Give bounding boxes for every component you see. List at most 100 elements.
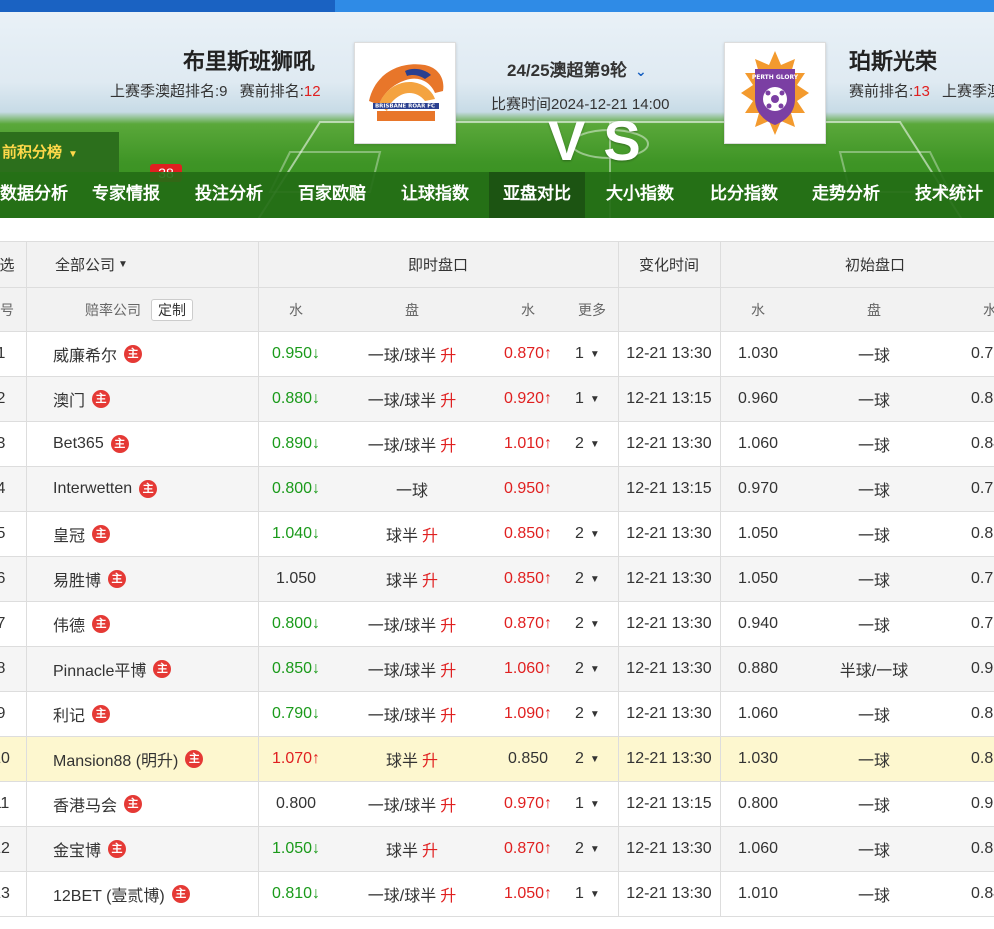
header-handicap: 盘 (405, 301, 419, 318)
away-pre-match-rank: 13 (913, 83, 930, 100)
company-label: 金宝博 (53, 843, 102, 860)
caret-down-icon: ▼ (589, 708, 600, 720)
more-dropdown[interactable]: 2 ▼ (575, 827, 600, 871)
match-round-title[interactable]: 24/25澳超第9轮 ⌄ (507, 56, 647, 81)
home-last-season-label: 上赛季澳超排名: (110, 83, 220, 100)
more-dropdown[interactable]: 2 ▼ (575, 557, 600, 601)
tab-data-analysis[interactable]: 数据分析 (0, 172, 74, 218)
tab-asian-handicap[interactable]: 亚盘对比 (489, 172, 585, 218)
init-water-1: 0.960 (737, 390, 779, 407)
init-handicap: 半球/一球 (839, 663, 909, 680)
tab-handicap-index[interactable]: 让球指数 (401, 172, 469, 218)
table-row[interactable]: 4 Interwetten 主 0.800↓ 一球 0.950↑ 12-21 13:15 0.… (0, 467, 994, 512)
caret-down-icon: ▼ (589, 438, 600, 450)
live-water-2: 1.050↑ (503, 885, 553, 902)
table-row[interactable]: 12金宝博主1.050↓球半升0.870↑2▼12-21 13:301.060一… (0, 827, 994, 872)
standings-button[interactable]: 前积分榜 ▼ (0, 132, 119, 172)
company-name[interactable]: Pinnacle平博主 (53, 647, 172, 691)
match-header: 布里斯班狮吼 上赛季澳超排名:9 赛前排名:12 BRISBANE ROAR F… (0, 12, 994, 218)
company-name[interactable]: 威廉希尔主 (53, 332, 143, 376)
handicap-label: 一球/球半 (367, 663, 437, 680)
table-row[interactable]: 11香港马会主0.800一球/球半升0.970↑1▼12-21 13:150.8… (0, 782, 994, 827)
main-company-icon: 主 (92, 525, 111, 543)
more-dropdown[interactable]: 2 ▼ (575, 647, 600, 691)
change-time: 12-21 13:30 (626, 885, 712, 902)
company-name[interactable]: 澳门主 (53, 377, 111, 421)
home-team-logo[interactable]: BRISBANE ROAR FC (354, 42, 456, 144)
more-dropdown[interactable]: 2 ▼ (575, 692, 600, 736)
init-water-2: 0.84 (971, 435, 994, 452)
handicap-label: 一球/球半 (367, 708, 437, 725)
table-row[interactable]: 5皇冠主1.040↓球半升0.850↑2▼12-21 13:301.050一球0… (0, 512, 994, 557)
more-dropdown[interactable]: 1 ▼ (575, 782, 600, 826)
more-dropdown[interactable]: 2 ▼ (575, 737, 600, 781)
caret-down-icon: ▼ (589, 573, 600, 585)
tab-tech-stats[interactable]: 技术统计 (915, 172, 983, 218)
handicap-label: 球半 (385, 843, 418, 860)
standings-button-label: 前积分榜 (2, 144, 63, 161)
odds-rows: 1威廉希尔主0.950↓一球/球半升0.870↑1▼12-21 13:301.0… (0, 332, 994, 917)
more-dropdown[interactable]: 2 ▼ (575, 512, 600, 556)
tab-expert-intel[interactable]: 专家情报 (92, 172, 160, 218)
company-name[interactable]: 香港马会主 (53, 782, 143, 826)
company-name[interactable]: 伟德主 (53, 602, 111, 646)
more-count: 2 (575, 570, 584, 587)
handicap-label: 一球/球半 (367, 393, 437, 410)
company-name[interactable]: 皇冠主 (53, 512, 111, 556)
perth-glory-logo-icon: PERTH GLORY (741, 51, 809, 135)
company-label: 伟德 (53, 618, 86, 635)
table-row[interactable]: 7伟德主0.800↓一球/球半升0.870↑2▼12-21 13:300.940… (0, 602, 994, 647)
table-row[interactable]: 8Pinnacle平博主0.850↓一球/球半升1.060↑2▼12-21 13… (0, 647, 994, 692)
away-team-name[interactable]: 珀斯光荣 (849, 44, 937, 76)
company-name[interactable]: Interwetten 主 (53, 467, 158, 511)
tab-over-under[interactable]: 大小指数 (606, 172, 674, 218)
company-name[interactable]: Mansion88 (明升) 主 (53, 737, 204, 781)
company-filter-dropdown[interactable]: 全部公司 ▼ (55, 242, 128, 287)
live-water-2: 0.920↑ (503, 390, 553, 407)
init-water-1: 1.010 (737, 885, 779, 902)
away-logo-text: PERTH GLORY (752, 74, 799, 81)
company-name[interactable]: 金宝博主 (53, 827, 127, 871)
chevron-down-icon[interactable]: ⌄ (635, 63, 647, 79)
tab-euro-odds[interactable]: 百家欧赔 (298, 172, 366, 218)
table-row[interactable]: 1312BET (壹贰博)主0.810↓一球/球半升1.050↑1▼12-21 … (0, 872, 994, 917)
more-dropdown[interactable]: 1 ▼ (575, 332, 600, 376)
table-row[interactable]: 6易胜博主1.050球半升0.850↑2▼12-21 13:301.050一球0… (0, 557, 994, 602)
more-dropdown[interactable]: 2 ▼ (575, 422, 600, 466)
main-company-icon: 主 (124, 795, 143, 813)
handicap-label: 球半 (385, 573, 418, 590)
company-name[interactable]: Bet365 主 (53, 422, 129, 466)
main-company-icon: 主 (92, 615, 111, 633)
handicap-label: 一球/球半 (367, 348, 437, 365)
company-filter-label: 全部公司 (55, 257, 116, 274)
tab-score-index[interactable]: 比分指数 (710, 172, 778, 218)
more-dropdown[interactable]: 1 ▼ (575, 377, 600, 421)
change-time: 12-21 13:30 (626, 840, 712, 857)
tab-betting-analysis[interactable]: 投注分析 (195, 172, 263, 218)
table-row[interactable]: 1威廉希尔主0.950↓一球/球半升0.870↑1▼12-21 13:301.0… (0, 332, 994, 377)
main-company-icon: 主 (153, 660, 172, 678)
change-time: 12-21 13:30 (626, 750, 712, 767)
tab-trend-analysis[interactable]: 走势分析 (812, 172, 880, 218)
init-water-2: 0.82 (971, 705, 994, 722)
table-row[interactable]: 9利记主0.790↓一球/球半升1.090↑2▼12-21 13:301.060… (0, 692, 994, 737)
customize-button[interactable]: 定制 (151, 298, 193, 321)
company-name[interactable]: 易胜博主 (53, 557, 127, 601)
header-init-water-2: 水 (952, 288, 994, 331)
header-init-water-1: 水 (751, 301, 765, 318)
live-water-1: 0.850↓ (271, 660, 321, 677)
table-row[interactable]: 10Mansion88 (明升)主1.070↑球半升0.8502▼12-21 1… (0, 737, 994, 782)
more-dropdown[interactable]: 1 ▼ (575, 872, 600, 916)
more-count: 1 (575, 390, 584, 407)
init-handicap: 一球 (857, 618, 890, 635)
company-name[interactable]: 12BET (壹贰博) 主 (53, 872, 190, 916)
table-row[interactable]: 2澳门主0.880↓一球/球半升0.920↑1▼12-21 13:150.960… (0, 377, 994, 422)
table-row[interactable]: 3Bet365主0.890↓一球/球半升1.010↑2▼12-21 13:301… (0, 422, 994, 467)
away-team-logo[interactable]: PERTH GLORY (724, 42, 826, 144)
change-time: 12-21 13:30 (626, 705, 712, 722)
company-name[interactable]: 利记主 (53, 692, 111, 736)
more-dropdown[interactable]: 2 ▼ (575, 602, 600, 646)
home-team-name[interactable]: 布里斯班狮吼 (183, 44, 315, 76)
live-water-1: 1.050↓ (271, 840, 321, 857)
change-time: 12-21 13:30 (626, 435, 712, 452)
